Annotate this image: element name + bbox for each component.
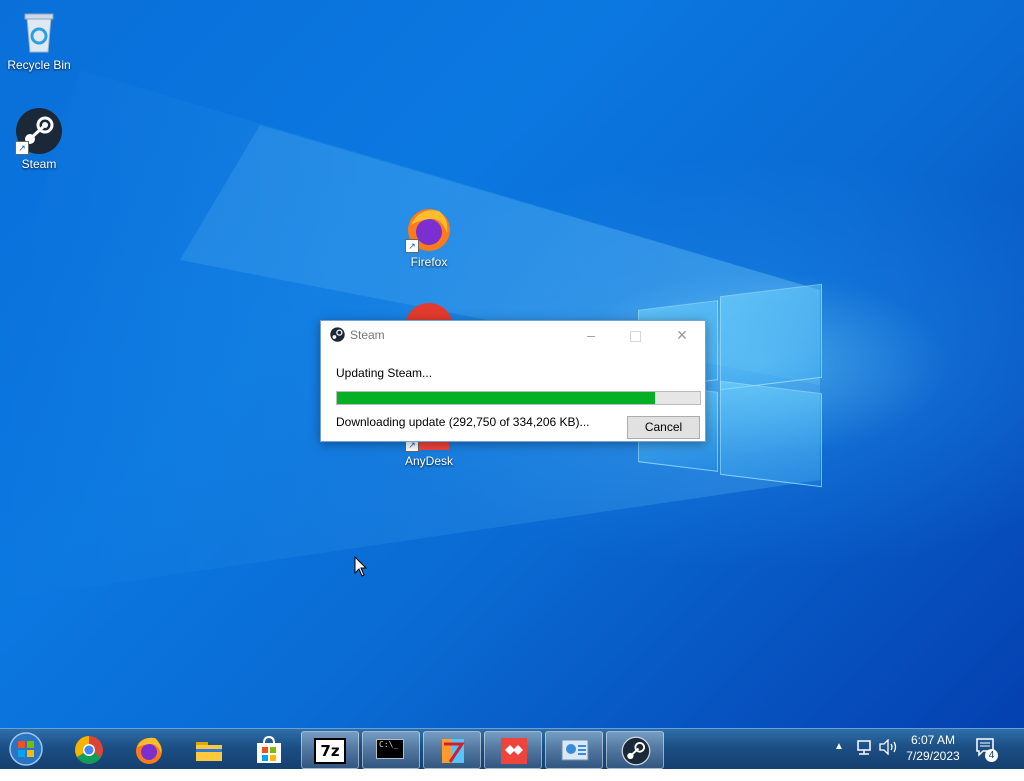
windows-logo-pane [720, 380, 822, 488]
desktop-icon-steam[interactable]: ↗ Steam [1, 107, 77, 171]
firefox-icon: ↗ [405, 205, 453, 253]
desktop-icon-label: Steam [21, 157, 57, 171]
taskbar-file-explorer[interactable] [180, 731, 236, 767]
maximize-button [612, 321, 658, 349]
store-icon [257, 735, 281, 763]
taskbar-firefox[interactable] [120, 731, 176, 767]
taskbar-steam[interactable] [606, 731, 664, 769]
close-icon: ✕ [676, 327, 688, 343]
desktop-icon-label: Recycle Bin [7, 58, 71, 72]
download-detail-text: Downloading update (292,750 of 334,206 K… [336, 415, 590, 429]
desktop-icon-label: AnyDesk [404, 454, 454, 468]
steam-update-dialog: Steam – ✕ Updating Steam... Downloading … [320, 320, 706, 442]
desktop-icon-firefox[interactable]: ↗ Firefox [391, 205, 467, 269]
cancel-button[interactable]: Cancel [627, 416, 700, 439]
tray-overflow-chevron[interactable]: ▲ [834, 741, 844, 781]
maximize-icon [629, 330, 641, 342]
folder-icon [196, 742, 222, 761]
mouse-cursor-icon [354, 556, 368, 577]
7zip-label: 7z [320, 742, 340, 760]
desktop: Recycle Bin ↗ Steam ↗ Firefox ↗ AnyDesk … [0, 0, 1024, 728]
dialog-title: Steam [350, 328, 385, 342]
clock-date: 7/29/2023 [906, 749, 960, 763]
anydesk-icon [501, 738, 527, 764]
desktop-icon-recycle-bin[interactable]: Recycle Bin [1, 8, 77, 72]
chrome-icon [75, 736, 103, 764]
desktop-icon-label: Firefox [410, 255, 448, 269]
firefox-icon [136, 737, 162, 764]
start-button[interactable] [7, 731, 47, 767]
taskbar-control-panel[interactable] [545, 731, 603, 769]
windows-start-icon [9, 732, 43, 766]
shortcut-arrow-icon: ↗ [405, 239, 419, 253]
taskbar-store[interactable] [240, 731, 296, 767]
dialog-titlebar[interactable]: Steam – ✕ [321, 321, 705, 349]
shortcut-arrow-icon: ↗ [15, 141, 29, 155]
minimize-button[interactable]: – [568, 321, 614, 349]
cmd-icon: C:\_ [376, 739, 404, 759]
control-panel-icon [561, 739, 589, 761]
taskbar-app[interactable] [423, 731, 481, 769]
steam-icon [330, 327, 345, 347]
taskbar-command-prompt[interactable]: C:\_ [362, 731, 420, 769]
notification-count-badge: 4 [985, 749, 998, 762]
taskbar: 7z C:\_ ▲ 6:07 AM 7/29/2023 4 [0, 728, 1024, 769]
windows-logo-pane [720, 283, 822, 391]
taskbar-anydesk[interactable] [484, 731, 542, 769]
system-clock[interactable]: 6:07 AM 7/29/2023 [893, 732, 973, 764]
progress-bar-fill [337, 392, 655, 404]
cmd-prompt-label: C:\_ [379, 740, 399, 749]
close-button[interactable]: ✕ [659, 321, 705, 349]
steam-icon [621, 736, 651, 766]
recycle-bin-icon [15, 8, 63, 56]
7zip-icon: 7z [314, 738, 346, 764]
app-icon [442, 739, 465, 763]
update-status-text: Updating Steam... [336, 366, 433, 380]
clock-time: 6:07 AM [910, 733, 956, 747]
steam-icon: ↗ [15, 107, 63, 155]
taskbar-7zip[interactable]: 7z [301, 731, 359, 769]
taskbar-chrome[interactable] [60, 731, 116, 767]
progress-bar [336, 391, 701, 405]
network-icon[interactable] [855, 739, 873, 779]
